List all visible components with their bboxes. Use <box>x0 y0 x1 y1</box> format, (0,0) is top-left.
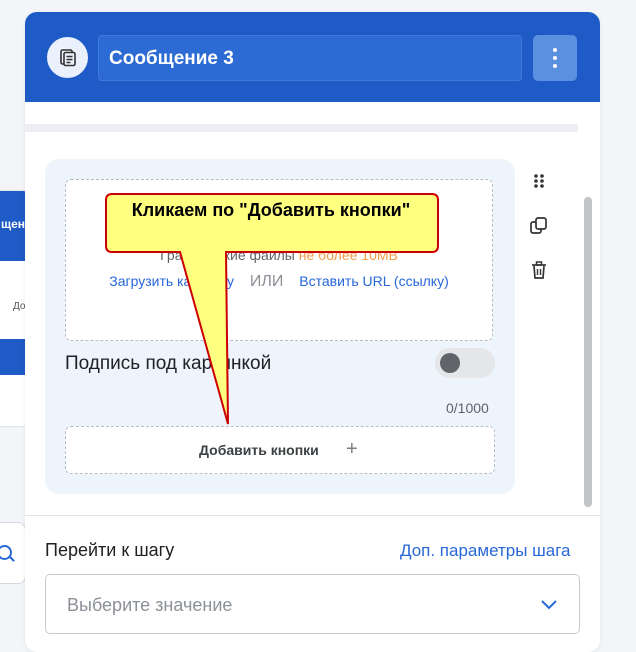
toggle-knob <box>440 353 460 373</box>
upload-hint: Графические файлы не более 10MB <box>160 247 398 263</box>
step-select-placeholder: Выберите значение <box>67 595 233 615</box>
scrollbar-thumb[interactable] <box>584 197 592 507</box>
message-title: Сообщение 3 <box>109 48 234 69</box>
previous-block-edge <box>25 124 578 132</box>
caption-counter: 0/1000 <box>446 400 489 416</box>
chevron-down-icon <box>541 600 557 610</box>
step-select[interactable]: Выберите значение <box>45 574 580 634</box>
search-icon <box>0 545 12 560</box>
step-params-link[interactable]: Доп. параметры шага <box>400 541 571 561</box>
drag-handle-icon[interactable] <box>529 172 549 194</box>
upload-image-link[interactable]: Загрузить картинку <box>109 273 234 289</box>
scrollbar[interactable] <box>584 137 592 522</box>
annotation-text: Кликаем по "Добавить кнопки" <box>131 200 411 220</box>
caption-toggle[interactable] <box>435 348 495 378</box>
upload-size-limit: не более 10MB <box>298 247 398 263</box>
background-search-box[interactable] <box>0 522 26 584</box>
add-buttons-label: Добавить кнопки <box>199 442 319 458</box>
kebab-menu-icon[interactable] <box>533 35 577 81</box>
message-header: Сообщение 3 <box>25 12 600 102</box>
upload-options: Загрузить картинку ИЛИ Вставить URL (ссы… <box>66 273 492 291</box>
insert-url-link[interactable]: Вставить URL (ссылку) <box>299 273 448 289</box>
trash-icon[interactable] <box>529 260 549 282</box>
go-to-step-label: Перейти к шагу <box>45 540 175 560</box>
background-card-text: До <box>13 301 26 312</box>
add-buttons-button[interactable]: Добавить кнопки + <box>65 426 495 474</box>
section-divider <box>25 515 600 516</box>
plus-icon: + <box>346 438 358 460</box>
document-icon <box>47 37 88 78</box>
copy-icon[interactable] <box>529 216 549 238</box>
message-card: Сообщение 3 Графические файлы не более 1… <box>25 12 600 652</box>
or-separator: ИЛИ <box>249 273 284 290</box>
caption-label: Подпись под картинкой <box>65 353 272 374</box>
message-title-input[interactable]: Сообщение 3 <box>98 35 522 81</box>
